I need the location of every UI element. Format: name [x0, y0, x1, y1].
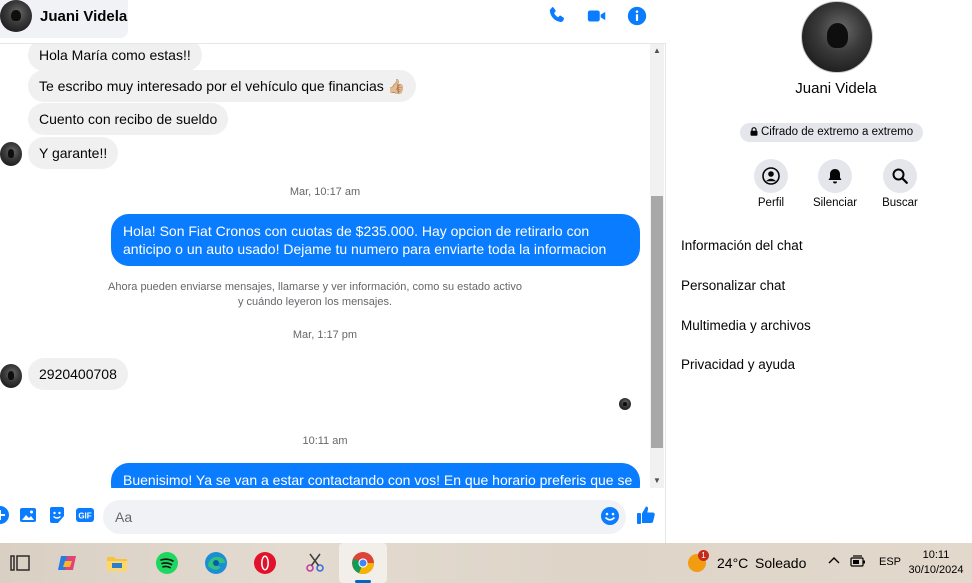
message-list[interactable]: Hola María como estas!! Te escribo muy i… [0, 44, 650, 488]
chat-pane: Juani Videla Hola María como estas!! Te … [0, 0, 666, 543]
chat-header: Juani Videla [0, 0, 666, 44]
gif-icon[interactable]: GIF [75, 505, 95, 525]
message-scrollbar[interactable]: ▲ ▼ [650, 44, 664, 488]
seen-indicator-avatar [619, 398, 631, 410]
search-action-button[interactable]: Buscar [870, 159, 930, 209]
scroll-up-arrow-icon[interactable]: ▲ [650, 44, 664, 58]
svg-text:GIF: GIF [78, 512, 91, 521]
input-language[interactable]: ESP [879, 556, 901, 568]
network-battery-icon[interactable] [850, 553, 868, 569]
sticker-icon[interactable] [47, 505, 67, 525]
app-window: Juani Videla Hola María como estas!! Te … [0, 0, 972, 583]
system-clock[interactable]: 10:11 30/10/2024 [900, 548, 972, 578]
encryption-label: Cifrado de extremo a extremo [761, 126, 914, 138]
clock-date: 30/10/2024 [908, 564, 964, 576]
message-timestamp: Mar, 10:17 am [289, 186, 361, 198]
emoji-icon[interactable] [600, 506, 620, 526]
message-incoming[interactable]: Hola María como estas!! [28, 44, 202, 71]
lock-icon [750, 127, 758, 136]
message-incoming[interactable]: Y garante!! [28, 137, 119, 169]
contact-name[interactable]: Juani Videla [40, 8, 127, 25]
contact-avatar-small[interactable] [0, 142, 22, 166]
profile-action-button[interactable]: Perfil [741, 159, 801, 209]
profile-icon [762, 167, 780, 185]
opera-browser-icon[interactable] [253, 551, 277, 575]
message-input[interactable] [103, 500, 626, 534]
clock-time: 10:11 [922, 549, 950, 561]
message-timestamp: 10:11 am [302, 435, 348, 447]
profile-name: Juani Videla [795, 80, 877, 97]
menu-chat-info[interactable]: Información del chat [681, 238, 803, 253]
phone-icon[interactable] [546, 5, 568, 27]
message-incoming[interactable]: 2920400708 [28, 358, 128, 390]
search-icon [892, 168, 908, 184]
spotify-icon[interactable] [155, 551, 179, 575]
contact-header-button[interactable]: Juani Videla [0, 0, 128, 38]
plus-icon[interactable] [0, 505, 10, 525]
menu-media-files[interactable]: Multimedia y archivos [681, 318, 811, 333]
profile-action-label: Perfil [757, 197, 785, 209]
mute-action-button[interactable]: Silenciar [805, 159, 865, 209]
like-thumb-icon[interactable] [635, 504, 657, 526]
mute-action-label: Silenciar [812, 197, 858, 209]
contact-avatar[interactable] [0, 0, 32, 32]
copilot-icon[interactable] [56, 551, 80, 575]
edge-browser-icon[interactable] [204, 551, 228, 575]
weather-temperature[interactable]: 24°C [717, 555, 748, 571]
message-incoming[interactable]: Te escribo muy interesado por el vehícul… [28, 70, 417, 102]
scroll-thumb[interactable] [651, 196, 663, 448]
weather-condition[interactable]: Soleado [755, 555, 806, 571]
message-outgoing[interactable]: Hola! Son Fiat Cronos con cuotas de $235… [111, 214, 640, 266]
info-icon[interactable] [626, 5, 648, 27]
video-call-icon[interactable] [586, 5, 608, 27]
task-view-icon[interactable] [8, 551, 32, 575]
file-explorer-icon[interactable] [105, 551, 129, 575]
chat-info-pane: Juani Videla Cifrado de extremo a extrem… [666, 0, 972, 543]
bell-icon [828, 169, 842, 184]
profile-avatar[interactable] [801, 1, 873, 73]
system-note: Ahora pueden enviarse mensajes, llamarse… [108, 281, 522, 308]
message-composer: GIF [0, 496, 666, 540]
gallery-icon[interactable] [18, 505, 38, 525]
encryption-badge[interactable]: Cifrado de extremo a extremo [740, 123, 924, 142]
message-incoming[interactable]: Cuento con recibo de sueldo [28, 103, 229, 135]
message-timestamp: Mar, 1:17 pm [292, 329, 358, 341]
contact-avatar-small[interactable] [0, 364, 22, 388]
chrome-browser-icon[interactable] [351, 551, 375, 575]
message-outgoing[interactable]: Buenisimo! Ya se van a estar contactando… [111, 463, 640, 488]
chevron-up-icon[interactable] [827, 553, 841, 567]
weather-notification-badge: 1 [698, 550, 709, 561]
menu-privacy-help[interactable]: Privacidad y ayuda [681, 357, 795, 372]
search-action-label: Buscar [882, 197, 918, 209]
menu-customize-chat[interactable]: Personalizar chat [681, 278, 785, 293]
snipping-tool-icon[interactable] [303, 551, 327, 575]
scroll-down-arrow-icon[interactable]: ▼ [650, 474, 664, 488]
